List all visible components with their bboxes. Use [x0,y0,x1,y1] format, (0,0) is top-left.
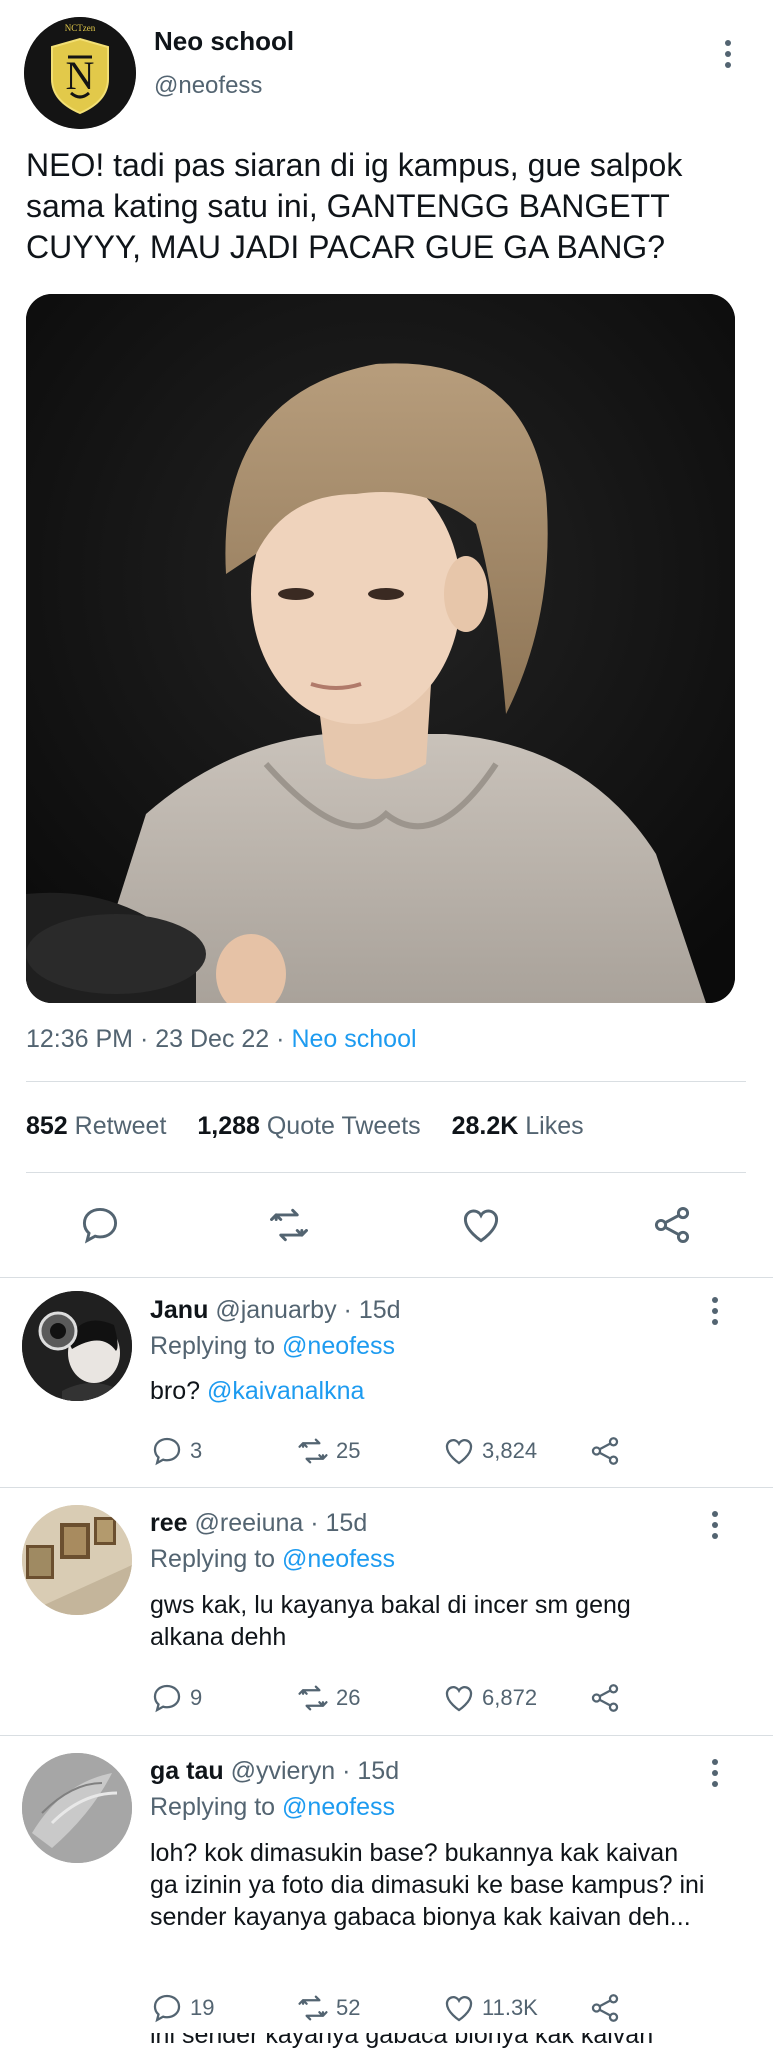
like-count: 3,824 [482,1438,538,1463]
reply-button[interactable]: 3 [150,1434,202,1468]
mention-link[interactable]: @kaivanalkna [207,1377,364,1405]
like-button[interactable]: 3,824 [442,1434,537,1468]
reply-icon [153,1684,181,1713]
replying-to: Replying to @neofess [150,1545,395,1573]
like-count: 6,872 [482,1685,538,1710]
separator: · [139,1025,149,1053]
replying-to-mention[interactable]: @neofess [282,1793,395,1821]
reply-age: · 15d [343,1296,401,1324]
share-button[interactable] [588,1434,622,1468]
author-handle[interactable]: @neofess [154,72,262,100]
retweet-button[interactable]: 25 [296,1434,360,1468]
tweet-meta: 12:36 PM · 23 Dec 22 · Neo school [26,1025,417,1054]
tweet-photo[interactable] [26,294,735,1003]
reply-author-name[interactable]: Janu [150,1296,208,1324]
reply-header: ree @reeiuna · 15d [150,1509,367,1538]
reply-text: loh? kok dimasukin base? bukannya kak ka… [150,1839,705,1931]
quote-stat[interactable]: 1,288 Quote Tweets [197,1112,420,1140]
cutoff-text: ini sender kayanya gabaca bionya kak kai… [150,2033,654,2048]
more-vertical-icon[interactable] [710,1297,720,1330]
reply-avatar[interactable] [22,1291,132,1401]
reply-icon [153,1994,181,2023]
retweet-button[interactable]: 26 [296,1681,360,1715]
share-icon [591,1437,619,1465]
reply-text: bro? @kaivanalkna [150,1377,365,1405]
reply-header: Janu @januarby · 15d [150,1296,401,1325]
like-button[interactable]: 6,872 [442,1681,537,1715]
author-name[interactable]: Neo school [154,26,294,57]
divider [26,1081,746,1082]
like-icon [445,1439,473,1465]
reply-button[interactable]: 19 [150,1991,214,2025]
separator: · [276,1025,285,1053]
replying-to-mention[interactable]: @neofess [282,1332,395,1360]
share-icon[interactable] [650,1203,694,1247]
reply-actions: 9 26 6,872 [150,1681,630,1717]
tweet-text: NEO! tadi pas siaran di ig kampus, gue s… [26,147,683,265]
more-vertical-icon[interactable] [723,40,733,73]
like-icon[interactable] [459,1203,503,1247]
replying-to: Replying to @neofess [150,1793,395,1821]
reply-author-name[interactable]: ga tau [150,1757,224,1785]
replying-to-mention[interactable]: @neofess [282,1545,395,1573]
retweet-count: 52 [336,1995,361,2020]
reply-actions: 3 25 3,824 [150,1434,630,1470]
retweet-icon [298,1685,328,1711]
tweet-date: 23 Dec 22 [155,1025,270,1053]
reply-count: 3 [190,1438,203,1463]
more-vertical-icon[interactable] [710,1511,720,1544]
author-avatar[interactable]: N NCTzen [24,17,136,129]
reply-icon [153,1437,181,1466]
more-vertical-icon[interactable] [710,1759,720,1792]
reply-age: · 15d [342,1757,400,1785]
reply-header: ga tau @yvieryn · 15d [150,1757,399,1786]
svg-text:N: N [66,53,95,98]
retweet-icon [298,1995,328,2021]
like-icon [445,1996,473,2022]
tweet-stats: 852 Retweet 1,288 Quote Tweets 28.2K Lik… [26,1112,584,1141]
reply-author-handle[interactable]: @reeiuna [195,1509,304,1537]
reply-author-name[interactable]: ree [150,1509,188,1537]
reply-icon[interactable] [78,1203,122,1247]
like-button[interactable]: 11.3K [442,1991,538,2025]
reply-count: 19 [190,1995,215,2020]
likes-stat[interactable]: 28.2K Likes [452,1112,584,1140]
reply-author-handle[interactable]: @januarby [215,1296,336,1324]
tweet-source[interactable]: Neo school [291,1025,416,1053]
like-count: 11.3K [482,1995,538,2020]
reply-avatar[interactable] [22,1505,132,1615]
share-icon [591,1684,619,1712]
share-icon [591,1994,619,2022]
reply-avatar[interactable] [22,1753,132,1863]
reply-button[interactable]: 9 [150,1681,202,1715]
reply-author-handle[interactable]: @yvieryn [231,1757,336,1785]
reply-text: gws kak, lu kayanya bakal di incer sm ge… [150,1591,631,1651]
tweet-time: 12:36 PM [26,1025,134,1053]
retweet-button[interactable]: 52 [296,1991,360,2025]
reply-item[interactable]: ga tau @yvieryn · 15d Replying to @neofe… [0,1735,773,2048]
reply-item[interactable]: Janu @januarby · 15d Replying to @neofes… [0,1277,773,1487]
retweet-stat[interactable]: 852 Retweet [26,1112,166,1140]
retweet-count: 26 [336,1685,361,1710]
svg-text:NCTzen: NCTzen [65,23,96,33]
reply-item[interactable]: ree @reeiuna · 15d Replying to @neofess … [0,1487,773,1735]
retweet-icon[interactable] [267,1203,311,1247]
share-button[interactable] [588,1991,622,2025]
reply-actions: 19 52 11.3K [150,1991,630,2027]
replying-to: Replying to @neofess [150,1332,395,1360]
reply-age: · 15d [310,1509,368,1537]
retweet-count: 25 [336,1438,361,1463]
retweet-icon [298,1438,328,1464]
share-button[interactable] [588,1681,622,1715]
divider [26,1172,746,1173]
like-icon [445,1686,473,1712]
reply-count: 9 [190,1685,203,1710]
